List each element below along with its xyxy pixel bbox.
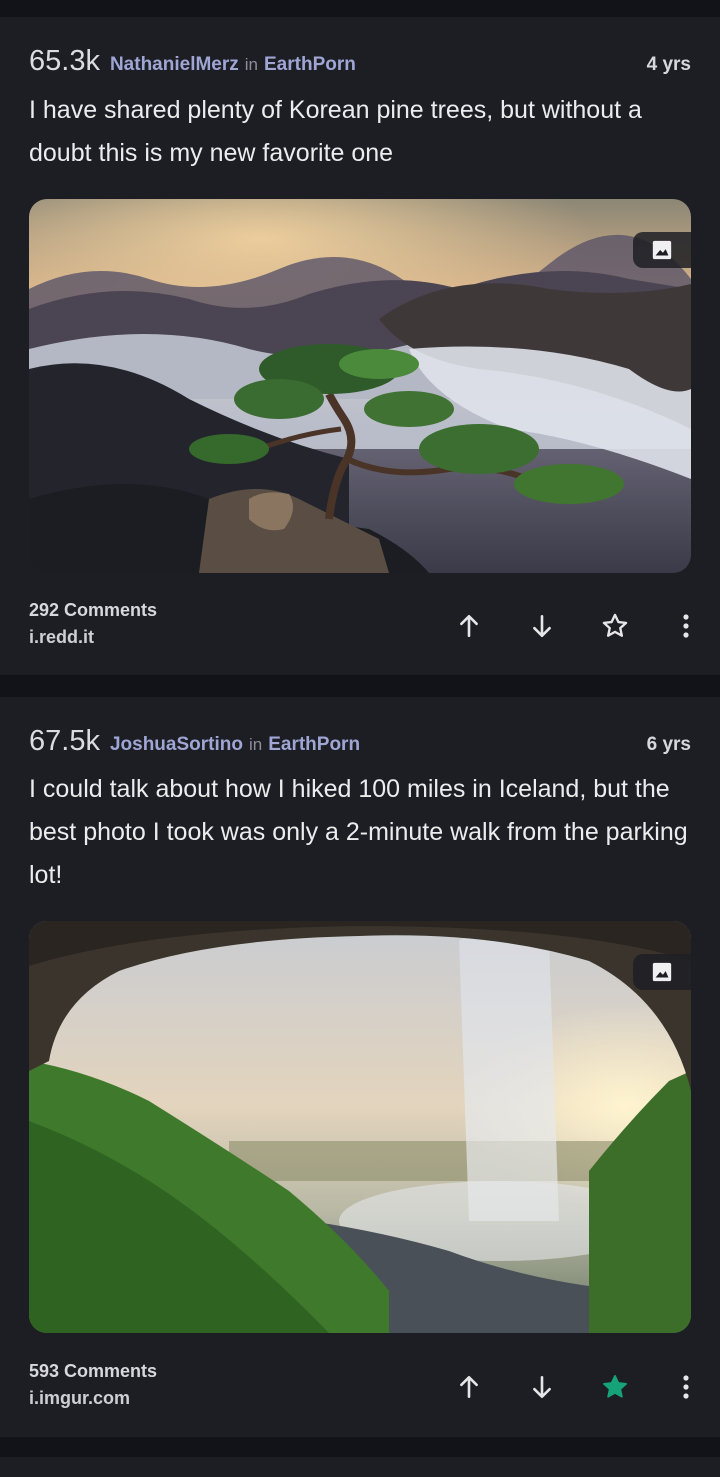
- post-footer: 292 Comments i.redd.it: [29, 600, 691, 660]
- downvote-button[interactable]: [505, 1367, 578, 1407]
- upvote-button[interactable]: [432, 1367, 505, 1407]
- post-domain: i.imgur.com: [29, 1388, 131, 1408]
- image-icon: [652, 240, 672, 260]
- post-actions: [432, 606, 691, 646]
- post-meta: 65.3k NathanielMerz in EarthPorn 4 yrs: [29, 45, 691, 81]
- waterfall-cave-image: [29, 921, 691, 1333]
- save-button[interactable]: [578, 1367, 651, 1407]
- comments-count[interactable]: 292 Comments: [29, 600, 157, 621]
- arrow-up-icon: [459, 614, 478, 638]
- post-thumbnail[interactable]: [29, 199, 691, 573]
- image-icon: [652, 962, 672, 982]
- post-age: 4 yrs: [646, 54, 691, 75]
- more-vertical-icon: [683, 1375, 689, 1399]
- in-label: in: [244, 55, 258, 74]
- pine-tree-landscape-image: [29, 199, 691, 573]
- subreddit-link[interactable]: EarthPorn: [268, 734, 360, 756]
- more-options-button[interactable]: [651, 1367, 691, 1407]
- upvote-button[interactable]: [432, 606, 505, 646]
- post-author-link[interactable]: NathanielMerz: [110, 54, 239, 76]
- image-type-badge: [633, 232, 691, 268]
- star-icon: [602, 1375, 627, 1398]
- next-post-card-edge: [0, 1457, 720, 1477]
- post-age: 6 yrs: [646, 734, 691, 755]
- arrow-down-icon: [532, 1375, 551, 1399]
- more-vertical-icon: [683, 614, 689, 638]
- post-card[interactable]: 65.3k NathanielMerz in EarthPorn 4 yrs I…: [0, 17, 720, 675]
- post-meta: 67.5k JoshuaSortino in EarthPorn 6 yrs: [29, 725, 691, 761]
- comments-count[interactable]: 593 Comments: [29, 1361, 157, 1382]
- in-label: in: [248, 735, 263, 754]
- arrow-up-icon: [459, 1375, 478, 1399]
- post-thumbnail[interactable]: [29, 921, 691, 1333]
- post-card[interactable]: 67.5k JoshuaSortino in EarthPorn 6 yrs I…: [0, 697, 720, 1437]
- post-title[interactable]: I have shared plenty of Korean pine tree…: [29, 89, 696, 175]
- post-actions: [432, 1367, 691, 1407]
- more-options-button[interactable]: [651, 606, 691, 646]
- post-footer: 593 Comments i.imgur.com: [29, 1361, 691, 1421]
- save-button[interactable]: [578, 606, 651, 646]
- subreddit-link[interactable]: EarthPorn: [264, 54, 356, 76]
- image-type-badge: [633, 954, 691, 990]
- post-title[interactable]: I could talk about how I hiked 100 miles…: [29, 768, 696, 897]
- post-domain: i.redd.it: [29, 627, 95, 647]
- star-icon: [602, 613, 627, 637]
- post-score: 67.5k: [29, 725, 100, 757]
- post-author-link[interactable]: JoshuaSortino: [110, 734, 243, 756]
- post-score: 65.3k: [29, 45, 100, 77]
- downvote-button[interactable]: [505, 606, 578, 646]
- arrow-down-icon: [532, 614, 551, 638]
